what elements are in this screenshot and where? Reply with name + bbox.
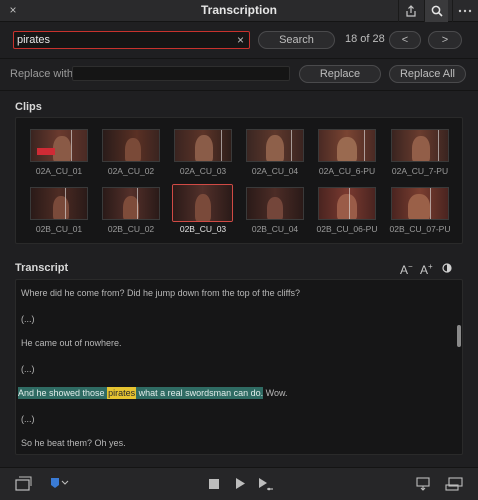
stop-button[interactable] bbox=[209, 478, 219, 492]
transcript-line[interactable]: (...) bbox=[21, 364, 35, 374]
overwrite-button[interactable] bbox=[445, 477, 463, 494]
clips-panel: 02A_CU_01 02A_CU_02 02A_CU_03 02A_CU_04 … bbox=[15, 117, 463, 244]
clip-name: 02A_CU_7-PU bbox=[391, 166, 449, 176]
insert-icon bbox=[416, 477, 430, 491]
next-match-button[interactable]: > bbox=[428, 31, 462, 49]
clip-name: 02B_CU_06-PU bbox=[316, 224, 378, 234]
previous-match-button[interactable]: < bbox=[389, 31, 421, 49]
transcript-line[interactable]: He came out of nowhere. bbox=[21, 338, 122, 348]
clip-image bbox=[172, 184, 233, 222]
transcript-line-highlighted[interactable]: And he showed those pirates what a real … bbox=[18, 387, 288, 399]
search-match: pirates bbox=[107, 387, 137, 399]
clip-view-button[interactable] bbox=[14, 476, 32, 495]
bottom-toolbar bbox=[0, 467, 478, 500]
search-button[interactable]: Search bbox=[258, 31, 335, 49]
play-to-end-icon bbox=[259, 478, 273, 491]
clip-name: 02A_CU_6-PU bbox=[318, 166, 376, 176]
more-button[interactable] bbox=[452, 0, 476, 22]
search-input[interactable] bbox=[17, 33, 227, 47]
clip-image bbox=[30, 187, 88, 220]
clip-image bbox=[102, 187, 160, 220]
clip-image bbox=[246, 129, 304, 162]
clear-search-icon[interactable]: × bbox=[237, 33, 244, 47]
clip-image bbox=[391, 129, 449, 162]
stop-icon bbox=[209, 479, 219, 489]
decrease-font-sign: − bbox=[408, 262, 413, 271]
flag-dropdown[interactable] bbox=[50, 477, 70, 492]
overwrite-icon bbox=[445, 477, 463, 491]
increase-font-button[interactable]: A+ bbox=[420, 262, 433, 277]
transcript-line[interactable]: (...) bbox=[21, 314, 35, 324]
increase-font-sign: + bbox=[428, 262, 433, 271]
match-counter: 18 of 28 bbox=[345, 33, 385, 45]
scrollbar-thumb[interactable] bbox=[457, 325, 461, 347]
play-button[interactable] bbox=[235, 478, 245, 492]
clip-name: 02A_CU_03 bbox=[179, 166, 227, 176]
contrast-icon bbox=[442, 263, 452, 273]
increase-font-label: A bbox=[420, 263, 429, 277]
clip-image bbox=[246, 187, 304, 220]
clip-name: 02A_CU_01 bbox=[35, 166, 83, 176]
transcript-title: Transcript bbox=[15, 262, 69, 274]
clip-name: 02B_CU_07-PU bbox=[389, 224, 451, 234]
clip-image bbox=[174, 129, 232, 162]
decrease-font-button[interactable]: A− bbox=[400, 262, 413, 277]
divider bbox=[0, 90, 478, 91]
share-icon bbox=[405, 5, 416, 17]
clip-image bbox=[318, 187, 376, 220]
divider bbox=[0, 58, 478, 59]
transcript-panel[interactable]: Where did he come from? Did he jump down… bbox=[15, 279, 463, 455]
clips-title: Clips bbox=[15, 101, 42, 113]
insert-button[interactable] bbox=[416, 477, 434, 494]
transcript-line[interactable]: Where did he come from? Did he jump down… bbox=[21, 288, 300, 298]
replace-label: Replace with: bbox=[10, 68, 77, 80]
clip-image bbox=[318, 129, 376, 162]
title-bar: × Transcription bbox=[0, 0, 478, 22]
replace-all-button[interactable]: Replace All bbox=[389, 65, 466, 83]
transcript-line[interactable]: So he beat them? Oh yes. bbox=[21, 438, 126, 448]
more-icon bbox=[458, 9, 471, 13]
clip-image bbox=[30, 129, 88, 162]
highlighted-text: what a real swordsman can do. bbox=[136, 387, 264, 399]
search-field[interactable]: × bbox=[13, 31, 250, 49]
play-to-end-button[interactable] bbox=[258, 477, 274, 494]
clip-image bbox=[102, 129, 160, 162]
filmstrip-icon bbox=[15, 476, 32, 491]
transcript-line[interactable]: (...) bbox=[21, 414, 35, 424]
replace-input[interactable] bbox=[72, 66, 290, 81]
clapper-image bbox=[37, 148, 55, 155]
play-icon bbox=[236, 478, 245, 489]
contrast-button[interactable] bbox=[442, 262, 452, 276]
replace-button[interactable]: Replace bbox=[299, 65, 381, 83]
clip-name: 02A_CU_02 bbox=[107, 166, 155, 176]
flag-icon bbox=[51, 478, 69, 488]
clip-name: 02B_CU_03 bbox=[179, 224, 227, 234]
clip-name: 02B_CU_01 bbox=[35, 224, 83, 234]
clip-image bbox=[391, 187, 449, 220]
share-button[interactable] bbox=[398, 0, 422, 22]
clip-name: 02A_CU_04 bbox=[251, 166, 299, 176]
highlighted-text: And he showed those bbox=[18, 387, 108, 399]
clip-name: 02B_CU_04 bbox=[251, 224, 299, 234]
transcript-text: Wow. bbox=[263, 388, 288, 398]
search-icon bbox=[431, 5, 443, 17]
search-toggle-button[interactable] bbox=[424, 0, 448, 22]
decrease-font-label: A bbox=[400, 263, 409, 277]
clip-name: 02B_CU_02 bbox=[107, 224, 155, 234]
